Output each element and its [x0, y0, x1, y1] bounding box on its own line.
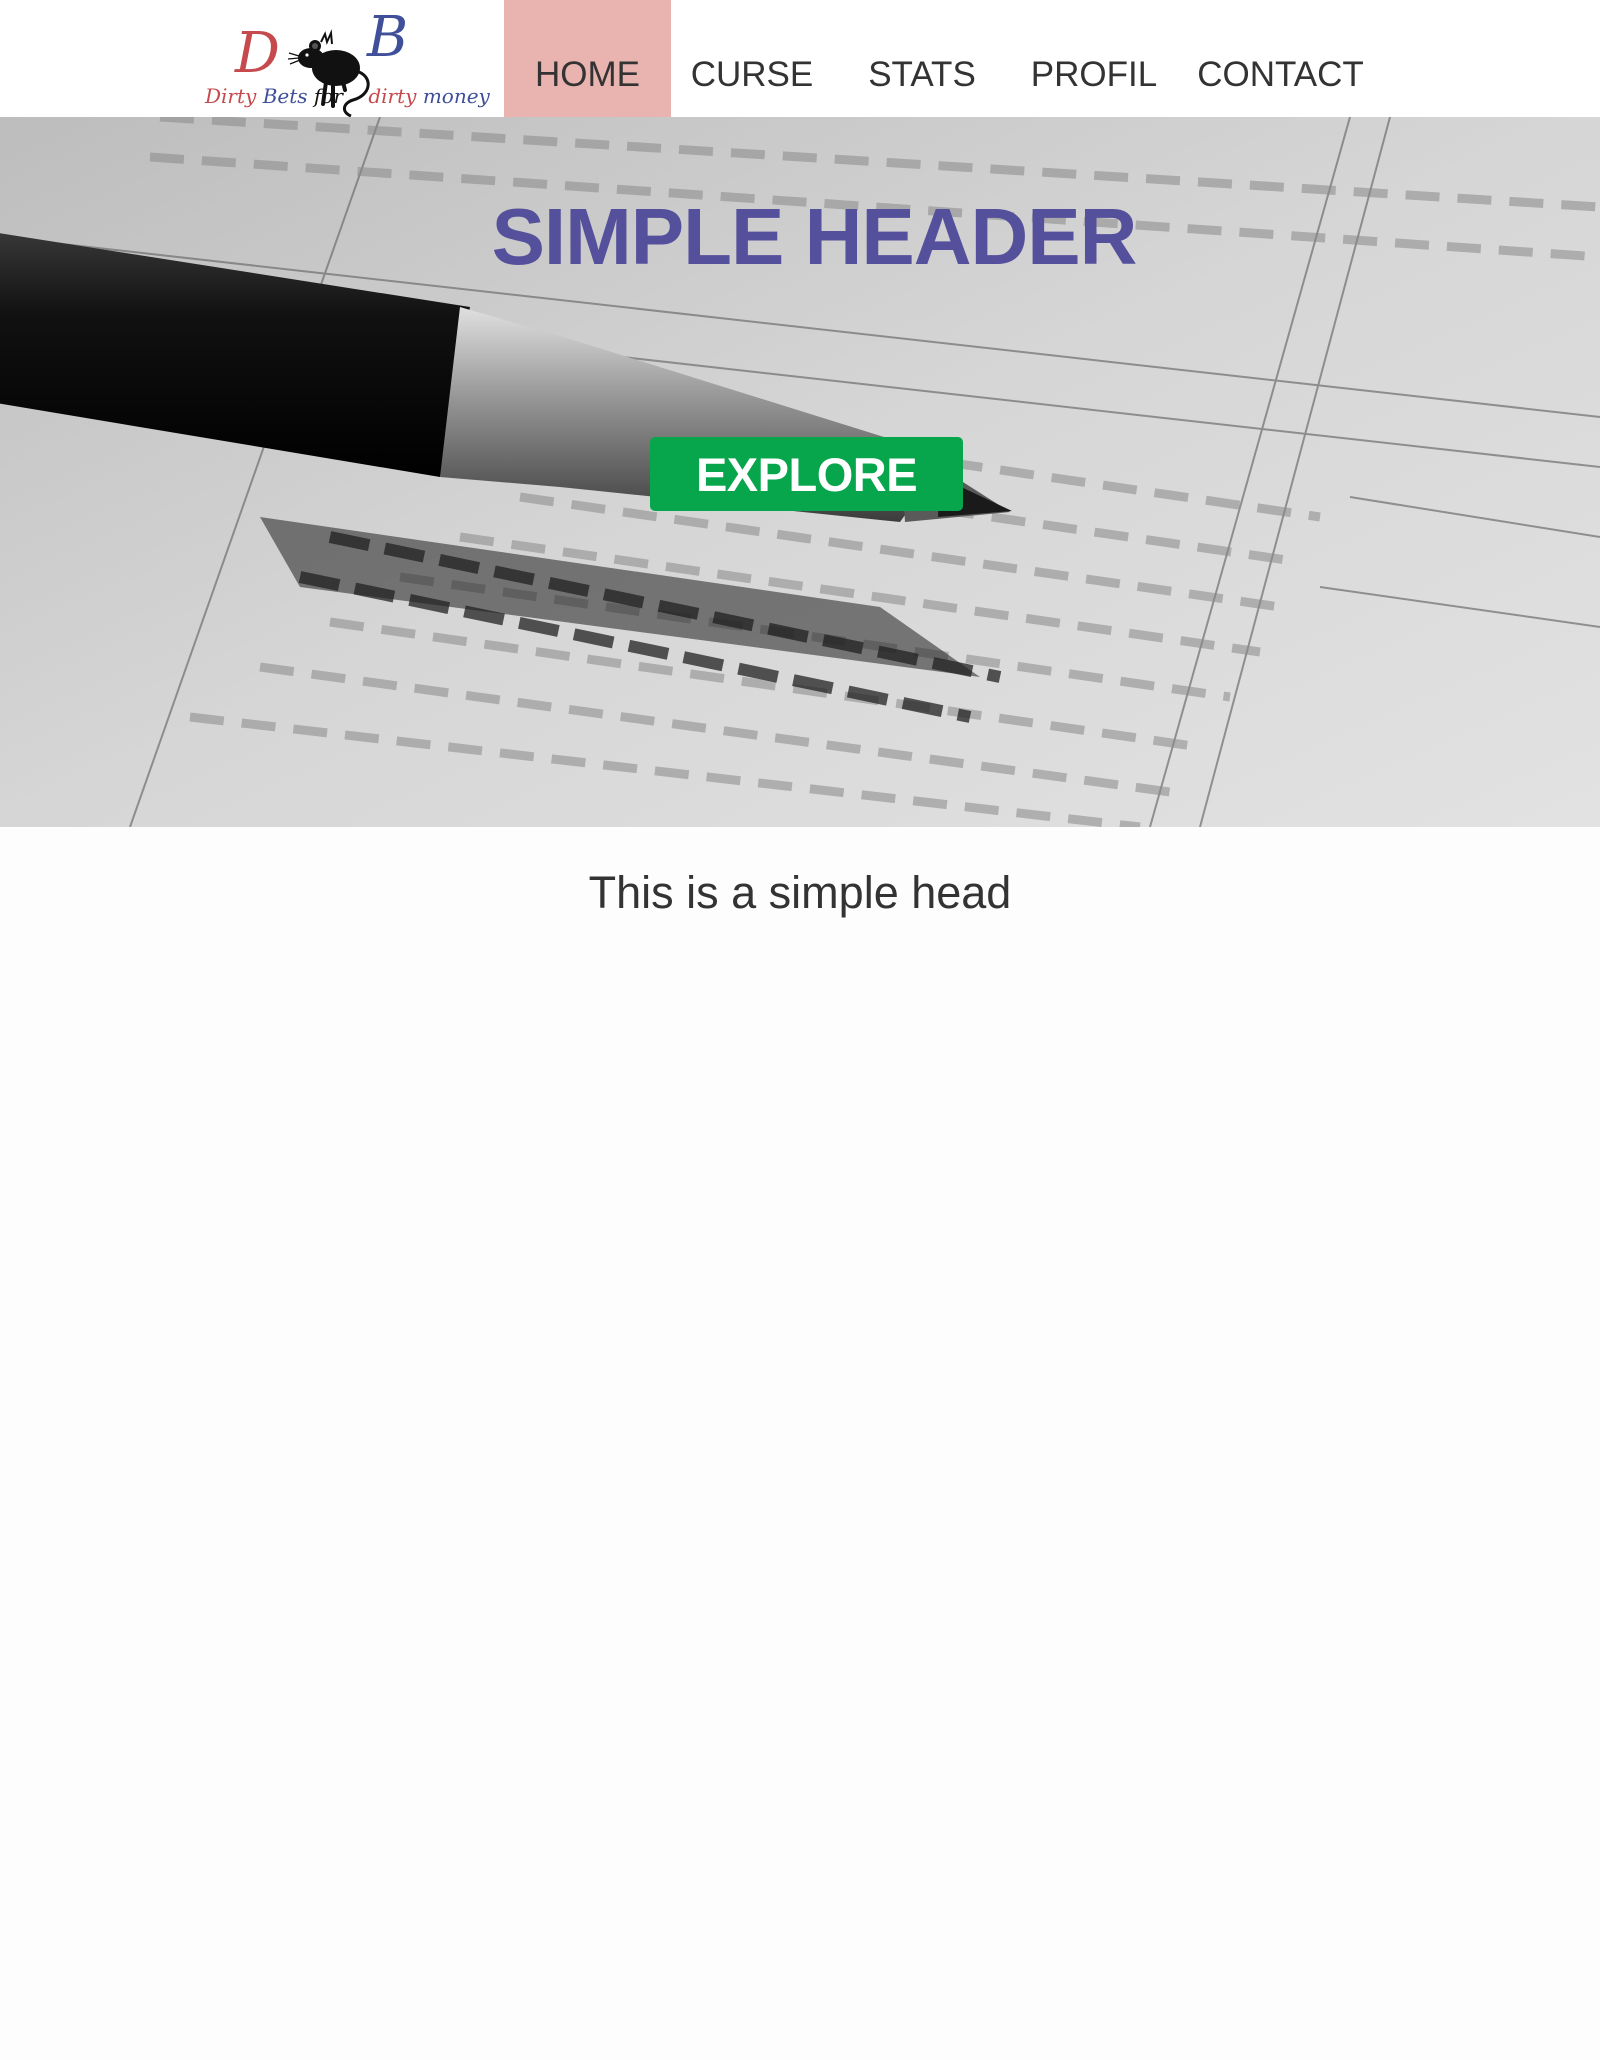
- site-logo[interactable]: D B Dirty Bets for dirty money: [205, 5, 490, 118]
- tagline-word: Bets: [262, 84, 308, 108]
- logo-letter-d: D: [235, 21, 280, 86]
- nav-item-stats[interactable]: STATS: [833, 0, 1011, 117]
- main-nav: HOME CURSE STATS PROFIL CONTACT: [504, 0, 1384, 117]
- tagline-word: money: [422, 84, 490, 108]
- nav-item-home[interactable]: HOME: [504, 0, 671, 117]
- nav-item-curse[interactable]: CURSE: [671, 0, 833, 117]
- top-navigation-bar: D B Dirty Bets for dirty money HOME CURS…: [0, 0, 1600, 118]
- logo-tagline: Dirty Bets for dirty money: [205, 84, 490, 108]
- nav-item-contact[interactable]: CONTACT: [1177, 0, 1384, 117]
- hero-title: SIMPLE HEADER: [491, 192, 1138, 281]
- nav-item-profil[interactable]: PROFIL: [1011, 0, 1177, 117]
- logo-letter-b: B: [367, 5, 409, 70]
- hero-banner: SIMPLE HEADER EXPLORE: [0, 117, 1600, 827]
- tagline-word: for: [313, 84, 343, 108]
- tagline-word: Dirty: [205, 84, 257, 108]
- lead-text: This is a simple head: [588, 867, 1012, 918]
- explore-button[interactable]: EXPLORE: [650, 437, 963, 511]
- tagline-word: dirty: [368, 84, 417, 108]
